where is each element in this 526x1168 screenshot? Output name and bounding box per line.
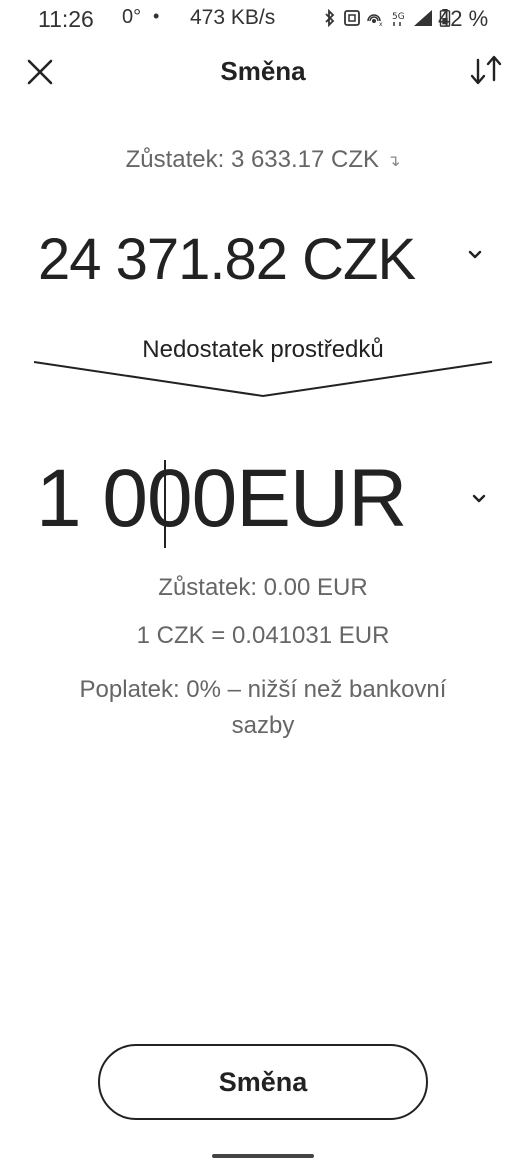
bluetooth-icon <box>325 9 335 27</box>
signal-icon <box>414 10 432 26</box>
hotspot-icon: x <box>367 14 383 27</box>
5g-icon: 5G <box>392 12 405 26</box>
from-amount-input[interactable]: 24 371.82 CZK <box>38 226 416 293</box>
chevron-down-icon[interactable] <box>466 248 484 262</box>
exchange-button[interactable]: Směna <box>98 1044 428 1120</box>
to-balance: Zůstatek: 0.00 EUR <box>158 574 368 601</box>
to-amount-input[interactable]: 1 000EUR <box>36 452 407 546</box>
page-title: Směna <box>220 56 306 86</box>
text-cursor <box>164 460 166 548</box>
chevron-down-icon[interactable] <box>470 492 488 506</box>
home-indicator[interactable] <box>212 1154 314 1158</box>
status-icons: x 5G <box>323 7 451 29</box>
top-bar: Směna <box>0 48 526 98</box>
exchange-rate: 1 CZK = 0.041031 EUR <box>136 622 390 649</box>
status-battery-percent: 42 % <box>438 6 489 31</box>
status-bar: 11:26 0° • 473 KB/s x 5G 42 % <box>0 0 526 36</box>
from-balance-text: Zůstatek: 3 633.17 CZK <box>125 146 380 173</box>
svg-text:x: x <box>379 21 383 27</box>
from-balance: Zůstatek: 3 633.17 CZK ↴ <box>0 146 526 174</box>
swap-arrows-icon[interactable] <box>466 52 506 90</box>
nfc-icon <box>344 10 360 26</box>
insufficient-funds-divider: Nedostatek prostředků <box>0 330 526 400</box>
status-dot: • <box>153 6 160 26</box>
svg-text:5G: 5G <box>392 12 405 22</box>
insufficient-funds-label: Nedostatek prostředků <box>142 336 384 363</box>
from-amount-row[interactable]: 24 371.82 CZK <box>0 226 526 306</box>
refresh-icon[interactable]: ↴ <box>387 151 400 171</box>
status-time: 11:26 <box>38 6 94 32</box>
status-network-speed: 473 KB/s <box>190 6 276 29</box>
to-amount-row[interactable]: 1 000EUR <box>0 452 526 562</box>
status-temperature: 0° <box>122 6 142 28</box>
fee-info: Poplatek: 0% – nižší než bankovní sazby <box>79 676 447 739</box>
exchange-screen: 11:26 0° • 473 KB/s x 5G 42 % Směna Zůst… <box>0 0 526 1168</box>
